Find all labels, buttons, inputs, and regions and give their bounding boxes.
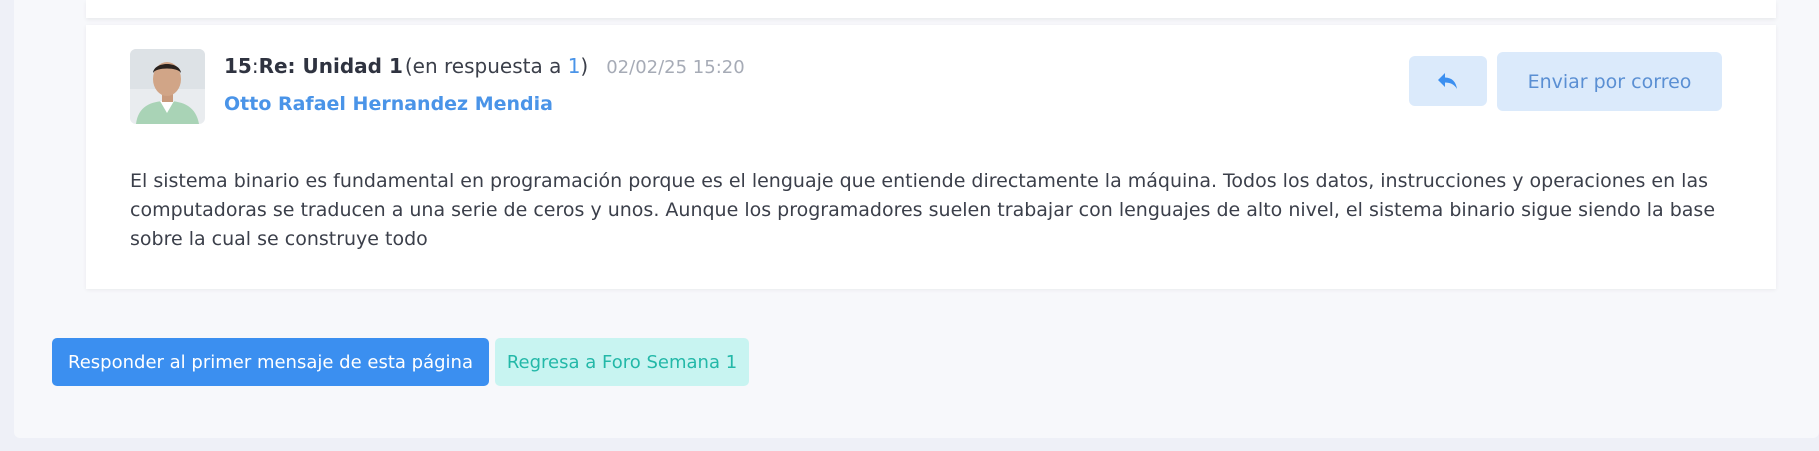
post-number: 15: [224, 54, 252, 78]
post-body: El sistema binario es fundamental en pro…: [130, 170, 1716, 250]
reply-prefix: (en respuesta a: [404, 54, 568, 78]
reply-to-info: (en respuesta a 1): [405, 54, 588, 78]
back-to-forum-button[interactable]: Regresa a Foro Semana 1: [495, 338, 749, 386]
author-link[interactable]: Otto Rafael Hernandez Mendia: [224, 93, 553, 115]
post-title: Re: Unidad 1: [258, 54, 403, 78]
reply-arrow-icon: [1438, 73, 1457, 89]
send-email-button[interactable]: Enviar por correo: [1497, 52, 1722, 111]
avatar-photo: [130, 49, 205, 124]
post-timestamp: 02/02/25 15:20: [606, 57, 745, 78]
reply-target-link[interactable]: 1: [568, 54, 581, 78]
previous-post-card: [86, 0, 1776, 18]
forum-post-card: 15: Re: Unidad 1 (en respuesta a 1) 02/02…: [86, 25, 1776, 289]
reply-first-message-button[interactable]: Responder al primer mensaje de esta pági…: [52, 338, 489, 386]
forum-panel: 15: Re: Unidad 1 (en respuesta a 1) 02/02…: [14, 0, 1819, 438]
avatar[interactable]: [130, 49, 205, 124]
post-header: 15: Re: Unidad 1 (en respuesta a 1) 02/02…: [224, 54, 745, 78]
reply-button[interactable]: [1409, 56, 1487, 106]
reply-suffix: ): [580, 54, 589, 78]
post-number-separator: :: [251, 54, 259, 78]
